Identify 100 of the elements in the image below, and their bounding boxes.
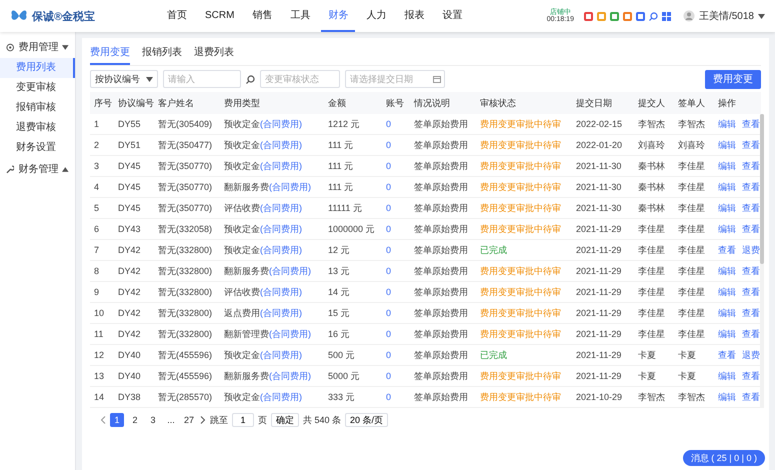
contract-fee-link[interactable]: (合同费用) — [260, 390, 302, 404]
action-link[interactable]: 查看 — [742, 222, 760, 236]
nav-tab[interactable]: 工具 — [283, 0, 318, 32]
contract-fee-link[interactable]: (合同费用) — [260, 222, 302, 236]
action-link[interactable]: 编辑 — [718, 222, 736, 236]
date-field[interactable]: 请选择提交日期 — [345, 70, 445, 88]
contract-fee-link[interactable]: (合同费用) — [260, 348, 302, 362]
contract-fee-link[interactable]: (合同费用) — [260, 160, 302, 172]
avatar-icon[interactable] — [682, 10, 695, 22]
account-link[interactable]: 0 — [382, 203, 410, 213]
message-badge[interactable]: 消息 ( 25 | 0 | 0 ) — [682, 450, 765, 466]
grid-icon[interactable] — [662, 12, 671, 20]
next-page-icon[interactable] — [200, 416, 206, 424]
action-link[interactable]: 退费 — [742, 244, 760, 256]
action-link[interactable]: 编辑 — [718, 160, 736, 172]
account-link[interactable]: 0 — [382, 371, 410, 381]
action-link[interactable]: 查看 — [742, 118, 760, 130]
nav-tab[interactable]: 财务 — [321, 0, 356, 32]
action-link[interactable]: 查看 — [718, 244, 736, 256]
action-link[interactable]: 查看 — [742, 286, 760, 298]
status-text: 费用变更审批中待审 — [479, 202, 562, 214]
action-link[interactable]: 查看 — [742, 202, 760, 214]
contract-fee-link[interactable]: (合同费用) — [260, 244, 302, 256]
action-link[interactable]: 编辑 — [718, 264, 736, 278]
prev-page-icon[interactable] — [100, 416, 106, 424]
sidebar-group[interactable]: 费用管理 — [0, 36, 75, 58]
action-link[interactable]: 查看 — [742, 328, 760, 340]
action-link[interactable]: 编辑 — [718, 286, 736, 298]
sidebar-item[interactable]: 报销审核 — [0, 98, 75, 118]
nav-tab[interactable]: 人力 — [359, 0, 394, 32]
search-icon[interactable] — [648, 12, 658, 20]
contract-fee-link[interactable]: (合同费用) — [269, 264, 311, 278]
account-link[interactable]: 0 — [382, 266, 410, 276]
account-link[interactable]: 0 — [382, 224, 410, 234]
status-select[interactable]: 变更审核状态 — [260, 70, 340, 88]
sidebar-item[interactable]: 变更审核 — [0, 78, 75, 98]
nav-tab[interactable]: SCRM — [198, 0, 242, 32]
nav-tab[interactable]: 报表 — [397, 0, 432, 32]
search-by-dropdown[interactable]: 按协议编号 — [90, 70, 158, 88]
action-link[interactable]: 退费 — [742, 348, 760, 362]
account-link[interactable]: 0 — [382, 245, 410, 255]
page-input[interactable]: 1 — [232, 413, 254, 427]
search-icon[interactable] — [246, 74, 255, 84]
action-link[interactable]: 查看 — [718, 348, 736, 362]
action-link[interactable]: 查看 — [742, 180, 760, 194]
contract-fee-link[interactable]: (合同费用) — [260, 138, 302, 152]
page-button[interactable]: 27 — [182, 413, 196, 427]
sidebar-item[interactable]: 财务设置 — [0, 138, 75, 158]
account-link[interactable]: 0 — [382, 287, 410, 297]
account-link[interactable]: 0 — [382, 329, 410, 339]
action-link[interactable]: 编辑 — [718, 138, 736, 152]
action-link[interactable]: 编辑 — [718, 118, 736, 130]
action-link[interactable]: 编辑 — [718, 390, 736, 404]
page-button[interactable]: 3 — [146, 413, 160, 427]
page-button[interactable]: 2 — [128, 413, 142, 427]
page-size-select[interactable]: 20 条/页 — [345, 413, 388, 427]
account-link[interactable]: 0 — [382, 161, 410, 171]
contract-fee-link[interactable]: (合同费用) — [260, 286, 302, 298]
account-link[interactable]: 0 — [382, 140, 410, 150]
action-link[interactable]: 编辑 — [718, 202, 736, 214]
tab[interactable]: 报销列表 — [142, 42, 182, 65]
sidebar-item[interactable]: 退费审核 — [0, 118, 75, 138]
confirm-button[interactable]: 确定 — [271, 413, 300, 427]
contract-fee-link[interactable]: (合同费用) — [269, 328, 311, 340]
action-link[interactable]: 查看 — [742, 370, 760, 382]
action-link[interactable]: 查看 — [742, 390, 760, 404]
account-link[interactable]: 0 — [382, 392, 410, 402]
nav-tab[interactable]: 首页 — [160, 0, 194, 32]
nav-tab[interactable]: 设置 — [435, 0, 470, 32]
action-link[interactable]: 查看 — [742, 306, 760, 320]
sidebar-group[interactable]: 财务管理 — [0, 158, 75, 180]
table-cell-text: 8 — [93, 266, 100, 276]
action-link[interactable]: 编辑 — [718, 328, 736, 340]
action-link[interactable]: 编辑 — [718, 306, 736, 320]
tab[interactable]: 费用变更 — [90, 42, 130, 65]
account-link[interactable]: 0 — [382, 350, 410, 360]
user-name[interactable]: 王美情/5018 — [698, 9, 754, 23]
table-cell-text: 15 元 — [327, 306, 351, 320]
action-link[interactable]: 查看 — [742, 138, 760, 152]
action-link[interactable]: 编辑 — [718, 370, 736, 382]
page-button[interactable]: ... — [164, 413, 178, 427]
contract-fee-link[interactable]: (合同费用) — [260, 202, 302, 214]
page-button[interactable]: 1 — [110, 413, 124, 427]
contract-fee-link[interactable]: (合同费用) — [269, 370, 311, 382]
account-link[interactable]: 0 — [382, 119, 410, 129]
scrollbar[interactable] — [760, 114, 764, 408]
sidebar-item[interactable]: 费用列表 — [0, 58, 75, 78]
tab[interactable]: 退费列表 — [194, 42, 234, 65]
contract-fee-link[interactable]: (合同费用) — [260, 118, 302, 130]
account-link[interactable]: 0 — [382, 308, 410, 318]
fee-change-button[interactable]: 费用变更 — [705, 70, 761, 88]
nav-tab[interactable]: 销售 — [245, 0, 280, 32]
table-cell-text: 签单原始费用 — [413, 222, 469, 236]
contract-fee-link[interactable]: (合同费用) — [260, 306, 302, 320]
action-link[interactable]: 编辑 — [718, 180, 736, 194]
search-field[interactable]: 请输入 — [163, 70, 241, 88]
account-link[interactable]: 0 — [382, 182, 410, 192]
contract-fee-link[interactable]: (合同费用) — [269, 180, 311, 194]
action-link[interactable]: 查看 — [742, 264, 760, 278]
action-link[interactable]: 查看 — [742, 160, 760, 172]
